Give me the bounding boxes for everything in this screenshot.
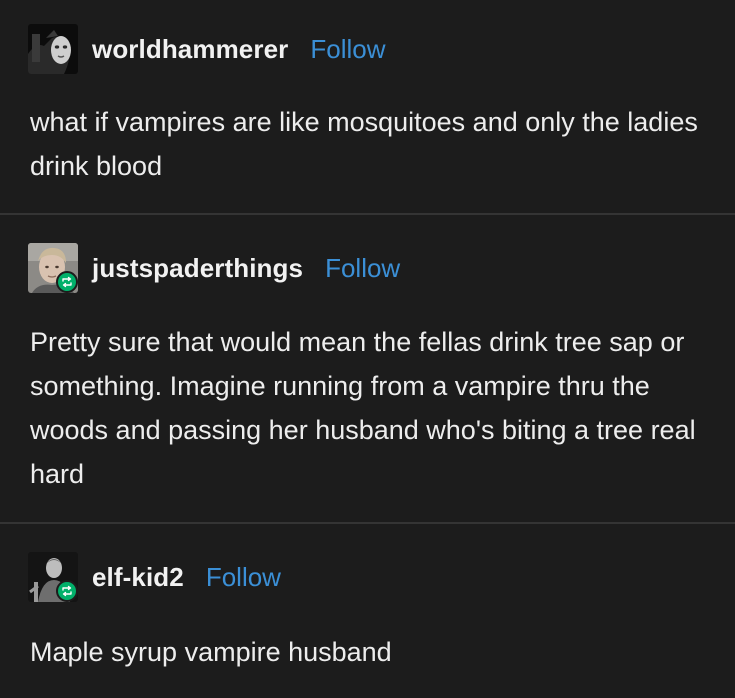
username[interactable]: worldhammerer (92, 34, 288, 65)
reblog-thread: worldhammerer Follow what if vampires ar… (0, 0, 735, 698)
follow-button[interactable]: Follow (206, 562, 281, 593)
avatar[interactable] (28, 552, 80, 602)
divider (0, 522, 735, 524)
post-text: what if vampires are like mosquitoes and… (30, 107, 698, 181)
reblog-icon (56, 580, 78, 602)
follow-button[interactable]: Follow (310, 34, 385, 65)
post-text: Pretty sure that would mean the fellas d… (30, 327, 696, 489)
avatar[interactable] (28, 24, 80, 74)
reblog-icon (56, 271, 78, 293)
avatar[interactable] (28, 243, 80, 293)
post-header: elf-kid2 Follow (28, 552, 281, 602)
post-text: Maple syrup vampire husband (30, 637, 392, 667)
masked-figure-avatar-icon (28, 24, 78, 74)
username[interactable]: elf-kid2 (92, 562, 184, 593)
divider (0, 213, 735, 215)
post-header: worldhammerer Follow (28, 24, 386, 74)
username[interactable]: justspaderthings (92, 253, 303, 284)
post-header: justspaderthings Follow (28, 243, 400, 293)
follow-button[interactable]: Follow (325, 253, 400, 284)
